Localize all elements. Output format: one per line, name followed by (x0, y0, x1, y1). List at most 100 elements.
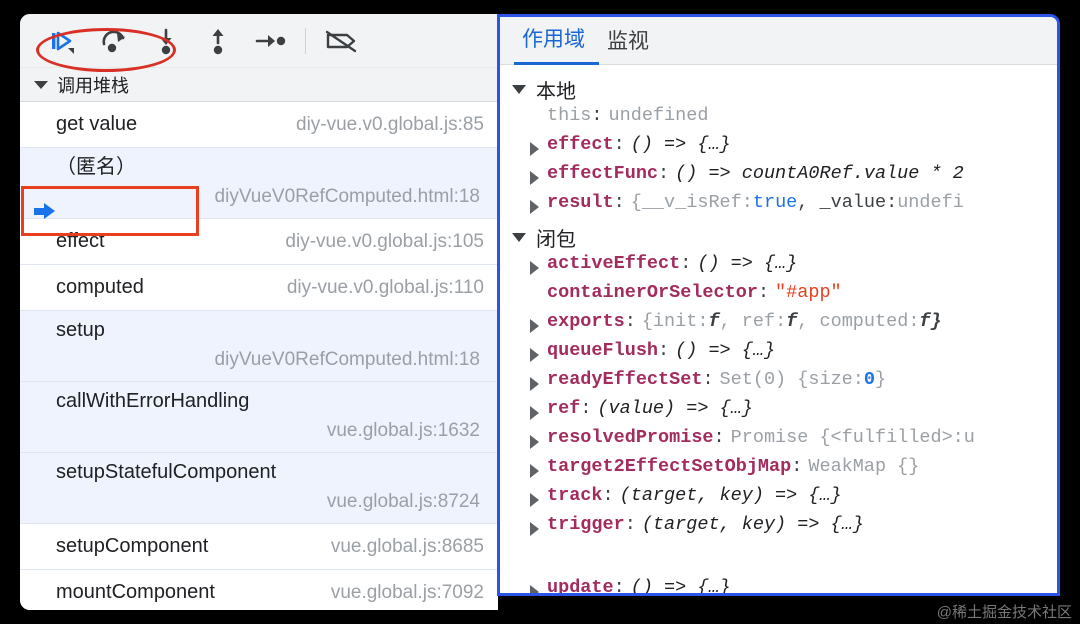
chevron-right-icon[interactable] (530, 434, 539, 449)
scope-property-row[interactable]: resolvedPromise: Promise {<fulfilled>: u (500, 427, 1057, 456)
scope-property-row[interactable]: update: () => {…} (500, 577, 1057, 596)
call-stack-function-name: setupComponent (56, 535, 209, 557)
scope-property-value: undefined (608, 105, 709, 126)
scope-property-value: () => {…} (675, 340, 776, 361)
scope-property-colon: : (602, 485, 614, 506)
scope-property-value-part: , _value: (797, 192, 898, 213)
call-stack-row[interactable]: callWithErrorHandling vue.global.js:1632 (20, 382, 498, 453)
scope-property-name: containerOrSelector (547, 282, 758, 303)
scope-property-row[interactable]: exports: {init: f, ref: f, computed: f} (500, 311, 1057, 340)
chevron-right-icon[interactable] (530, 199, 539, 214)
scope-property-colon: : (613, 192, 625, 213)
call-stack-function-name: setupStatefulComponent (56, 461, 277, 483)
scope-group-header[interactable]: 闭包 (500, 221, 1057, 253)
watermark: @稀土掘金技术社区 (936, 604, 1072, 621)
scope-property-colon: : (580, 398, 592, 419)
scope-property-row[interactable]: queueFlush:() => {…} (500, 340, 1057, 369)
scope-property-colon: : (791, 456, 803, 477)
scope-property-value: () => {…} (630, 134, 731, 155)
call-stack-panel: 调用堆栈 get value diy-vue.v0.global.js:85 （匿名… (20, 14, 498, 610)
toolbar-separator (305, 27, 306, 54)
scope-property-value-part: } (874, 369, 887, 390)
step-icon[interactable] (244, 21, 296, 61)
call-stack-function-name: get value (56, 113, 138, 135)
call-stack-function-name: effect (56, 230, 105, 252)
resume-icon[interactable] (36, 21, 88, 61)
scope-property-value: () => {…} (697, 253, 798, 274)
chevron-right-icon[interactable] (530, 521, 539, 536)
step-over-icon[interactable] (88, 21, 140, 61)
scope-property-value-part: true (752, 192, 798, 213)
scope-property-value: (target, key) => {…} (619, 485, 842, 506)
deactivate-breakpoints-icon[interactable] (315, 21, 367, 61)
step-out-icon[interactable] (192, 21, 244, 61)
scope-group-header[interactable]: 本地 (500, 73, 1057, 105)
tab-watch[interactable]: 监视 (599, 25, 663, 64)
scope-property-name: trigger (547, 514, 625, 535)
call-stack-source-location: vue.global.js:8685 (330, 535, 484, 557)
scope-property-name: activeEffect (547, 253, 681, 274)
scope-property-name: target2EffectSetObjMap (547, 456, 792, 477)
scope-property-row[interactable]: trigger: (target, key) => {…} (500, 514, 1057, 543)
call-stack-source-location: diyVueV0RefComputed.html:18 (214, 186, 480, 207)
call-stack-section-header[interactable]: 调用堆栈 (20, 68, 498, 102)
call-stack-function-name: setup (56, 319, 105, 341)
call-stack-row[interactable]: get value diy-vue.v0.global.js:85 (20, 102, 498, 148)
scope-property-name: queueFlush (547, 340, 659, 361)
scope-property-row[interactable]: readyEffectSet: Set(0) {size: 0} (500, 369, 1057, 398)
scope-property-row[interactable]: activeEffect:() => {…} (500, 253, 1057, 282)
chevron-right-icon[interactable] (530, 405, 539, 420)
scope-property-colon: : (702, 369, 714, 390)
chevron-down-icon (34, 80, 48, 89)
scope-property-value: (target, key) => {…} (641, 514, 864, 535)
chevron-right-icon[interactable] (530, 318, 539, 333)
scope-property-colon: : (658, 340, 670, 361)
chevron-right-icon[interactable] (530, 170, 539, 185)
call-stack-row[interactable]: mountComponent vue.global.js:7092 (20, 570, 498, 610)
scope-property-row[interactable]: effect:() => {…} (500, 134, 1057, 163)
scope-property-name: resolvedPromise (547, 427, 714, 448)
chevron-right-icon[interactable] (530, 463, 539, 478)
scope-property-name: effect (547, 134, 614, 155)
chevron-right-icon[interactable] (530, 347, 539, 362)
scope-property-row[interactable]: this: undefined (500, 105, 1057, 134)
call-stack-function-name: （匿名） (56, 156, 136, 178)
scope-property-colon: : (613, 577, 625, 596)
tab-scope[interactable]: 作用域 (514, 23, 599, 65)
call-stack-row[interactable]: setup diyVueV0RefComputed.html:18 (20, 311, 498, 382)
scope-property-value-part: f (786, 311, 798, 332)
screenshot-root: 调用堆栈 get value diy-vue.v0.global.js:85 （匿名… (0, 0, 1080, 624)
scope-property-value: () => countA0Ref.value * 2 (675, 163, 964, 184)
chevron-right-icon[interactable] (530, 492, 539, 507)
chevron-down-icon (512, 84, 526, 94)
step-into-icon[interactable] (140, 21, 192, 61)
scope-property-row[interactable]: target2EffectSetObjMap: WeakMap {} (500, 456, 1057, 485)
call-stack-row[interactable]: setupStatefulComponent vue.global.js:8724 (20, 453, 498, 524)
scope-property-row[interactable]: effectFunc:() => countA0Ref.value * 2 (500, 163, 1057, 192)
scope-property-colon: : (591, 105, 603, 126)
scope-property-value-part: , ref: (719, 311, 787, 332)
scope-property-colon: : (613, 134, 625, 155)
scope-property-value: () => {…} (630, 577, 731, 596)
call-stack-source-location: diy-vue.v0.global.js:105 (285, 230, 484, 252)
scope-property-row[interactable]: containerOrSelector: "#app" (500, 282, 1057, 311)
chevron-right-icon[interactable] (530, 260, 539, 275)
scope-property-row[interactable]: result: {__v_isRef: true, _value: undefi (500, 192, 1057, 221)
chevron-right-icon[interactable] (530, 376, 539, 391)
chevron-right-icon[interactable] (530, 584, 539, 593)
scope-property-name: track (547, 485, 603, 506)
chevron-right-icon[interactable] (530, 141, 539, 156)
call-stack-source-location: vue.global.js:7092 (330, 581, 484, 603)
scope-property-row[interactable]: ref: (value) => {…} (500, 398, 1057, 427)
scope-property-value-part: Set(0) {size: (719, 369, 864, 390)
call-stack-source-location: diy-vue.v0.global.js:110 (286, 276, 484, 298)
scope-property-value: (value) => {…} (597, 398, 753, 419)
call-stack-title: 调用堆栈 (57, 75, 129, 96)
scope-property-name: exports (547, 311, 625, 332)
call-stack-row[interactable]: effect diy-vue.v0.global.js:105 (20, 219, 498, 265)
call-stack-row[interactable]: （匿名） diyVueV0RefComputed.html:18 (20, 148, 498, 219)
call-stack-row[interactable]: setupComponent vue.global.js:8685 (20, 524, 498, 570)
call-stack-row[interactable]: computed diy-vue.v0.global.js:110 (20, 265, 498, 311)
scope-property-row[interactable]: track: (target, key) => {…} (500, 485, 1057, 514)
call-stack-source-location: vue.global.js:8724 (326, 491, 480, 512)
